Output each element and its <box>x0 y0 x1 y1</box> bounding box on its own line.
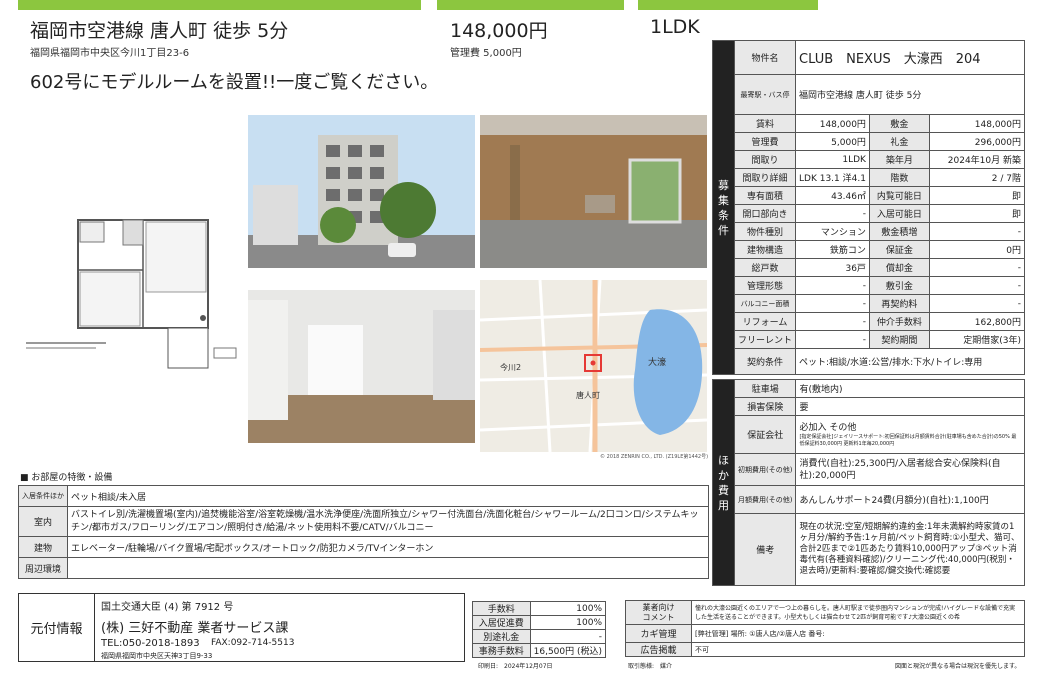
key-label: カギ管理 <box>625 624 692 643</box>
feature-label: 建物 <box>18 536 68 558</box>
agent-fax: FAX:092-714-5513 <box>211 638 295 648</box>
comment-value: 憧れの大濠公園近くのエリアで一つ上の暮らしを。唐人町駅まで徒歩圏内マンションが完… <box>691 600 1025 625</box>
contract-value: ペット:相談/水道:公営/排水:下水/トイレ:専用 <box>795 348 1025 375</box>
table-row: 室内 バストイレ別/洗濯機置場(室内)/追焚機能浴室/浴室乾燥機/温水洗浄便座/… <box>18 506 709 537</box>
header-mgmt-fee: 管理費 5,000円 <box>450 48 522 59</box>
agent-address: 福岡県福岡市中央区天神3丁目9-33 <box>101 652 213 660</box>
ad-label: 広告掲載 <box>625 642 692 657</box>
feature-value: ペット相談/未入居 <box>67 485 709 507</box>
table-row: 管理費 5,000円 礼金 296,000円 <box>713 132 1026 151</box>
table-row: 入居促進費 100% <box>472 615 607 630</box>
table-row: 建物構造 鉄筋コン 保証金 0円 <box>713 240 1026 259</box>
header-layout: 1LDK <box>650 16 700 38</box>
feature-value <box>67 557 709 579</box>
table-row: 間取り 1LDK 築年月 2024年10月 新築 <box>713 150 1026 169</box>
table-row: 入居条件ほか ペット相談/未入居 <box>18 485 709 507</box>
agent-company: (株) 三好不動産 業者サービス課 <box>101 621 289 636</box>
table-row: 事務手数料 16,500円 (税込) <box>472 643 607 658</box>
feature-label: 室内 <box>18 506 68 537</box>
table-row: フリーレント - 契約期間 定期借家(3年) <box>713 330 1026 349</box>
table-row: リフォーム - 仲介手数料 162,800円 <box>713 312 1026 331</box>
table-row: 管理形態 - 敷引金 - <box>713 276 1026 295</box>
floorplan-panel <box>18 110 244 455</box>
headline: 602号にモデルルームを設置!!一度ご覧ください。 <box>30 72 439 93</box>
header-rent: 148,000円 <box>450 20 548 42</box>
table-row: 専有面積 43.46㎡ 内覧可能日即 <box>713 186 1026 205</box>
header-title: 福岡市空港線 唐人町 徒歩 5分 <box>30 20 289 42</box>
photo-living-room <box>480 115 707 268</box>
station-value: 福岡市空港線 唐人町 徒歩 5分 <box>795 74 1025 115</box>
table-row: 別途礼金 - <box>472 629 607 644</box>
top-bar-right <box>638 0 818 10</box>
property-name: CLUB NEXUS 大濠西 204 <box>795 40 1025 75</box>
fees-table: 手数料 100% 入居促進費 100% 別途礼金 - 事務手数料 16,500円 (税込… <box>472 601 607 658</box>
other-costs-table: ほか費用 駐車場 有(敷地内) 損害保険要 保証会社 必加入 その他 [指定保証… <box>712 379 1025 586</box>
features-title: ■ お部屋の特徴・設備 <box>20 473 113 483</box>
contract-label: 契約条件 <box>733 348 797 375</box>
agent-box: 元付情報 国土交通大臣 (4) 第 7912 号 (株) 三好不動産 業者サービ… <box>18 593 465 662</box>
feature-value: バストイレ別/洗濯機置場(室内)/追焚機能浴室/浴室乾燥機/温水洗浄便座/洗面所… <box>67 506 709 537</box>
station-label: 最寄駅・バス停 <box>733 74 797 115</box>
table-row: 物件種別 マンション 敷金積増 - <box>713 222 1026 241</box>
feature-value: エレベーター/駐輪場/バイク置場/宅配ボックス/オートロック/防犯カメラ/TVイ… <box>67 536 709 558</box>
floorplan-image <box>18 190 244 455</box>
comment-label: 業者向け コメント <box>625 600 692 625</box>
feature-label: 周辺環境 <box>18 557 68 579</box>
top-bar-mid <box>437 0 624 10</box>
key-value: [弊社管理] 場所: ①唐人店/②唐人店 番号: <box>691 624 1025 643</box>
guarantor-value: 必加入 その他 <box>799 422 857 433</box>
photo-bedroom <box>248 290 475 443</box>
ad-value: 不可 <box>691 642 1025 657</box>
transaction-mode: 取引態様: 媒介 <box>628 663 673 670</box>
features-table: 入居条件ほか ペット相談/未入居 室内 バストイレ別/洗濯機置場(室内)/追焚機… <box>18 485 709 579</box>
map-copyright: © 2018 ZENRIN CO., LTD. (Z19LE第1442号) <box>600 454 709 460</box>
table-row: 周辺環境 <box>18 557 709 579</box>
agent-license: 国土交通大臣 (4) 第 7912 号 <box>101 602 234 613</box>
agent-label: 元付情報 <box>19 594 95 661</box>
top-bar-left <box>18 0 421 10</box>
table-row: 総戸数 36戸 償却金 - <box>713 258 1026 277</box>
disclaimer: 図面と現況が異なる場合は現況を優先します。 <box>895 663 1021 670</box>
map-label-area: 今川2 <box>500 362 521 372</box>
notes-table: 業者向け コメント 憧れの大濠公園近くのエリアで一つ上の暮らしを。唐人町駅まで徒… <box>625 600 1025 657</box>
map-label-park: 大濠 <box>648 356 666 368</box>
table-row: 賃料 148,000円 敷金 148,000円 <box>713 114 1026 133</box>
property-table: 募集条件 物件名 CLUB NEXUS 大濠西 204 最寄駅・バス停 福岡市空… <box>712 40 1026 375</box>
table-row: バルコニー面積 - 再契約料 - <box>713 294 1026 313</box>
table-row: 間取り詳細 LDK 13.1 洋4.1 階数 2 / 7階 <box>713 168 1026 187</box>
property-name-label: 物件名 <box>733 40 797 75</box>
header-address: 福岡県福岡市中央区今川1丁目23-6 <box>30 48 190 59</box>
table-row: 手数料 100% <box>472 601 607 616</box>
feature-label: 入居条件ほか <box>18 485 68 507</box>
side-label-conditions: 募集条件 <box>712 40 735 375</box>
map-label-station: 唐人町 <box>576 390 600 400</box>
guarantor-note: [指定保証会社]ジェイリースサポート:初回保証料は月額賃料合計(駐車場も含めた合… <box>799 433 1017 447</box>
table-row: 建物 エレベーター/駐輪場/バイク置場/宅配ボックス/オートロック/防犯カメラ/… <box>18 536 709 558</box>
table-row: 開口部向き - 入居可能日即 <box>713 204 1026 223</box>
agent-tel[interactable]: TEL:050-2018-1893 <box>101 638 200 649</box>
map[interactable]: 唐人町 大濠 今川2 <box>480 280 707 452</box>
print-date: 印刷日: 2024年12月07日 <box>478 663 553 670</box>
side-label-other: ほか費用 <box>712 379 735 586</box>
photo-exterior <box>248 115 475 268</box>
